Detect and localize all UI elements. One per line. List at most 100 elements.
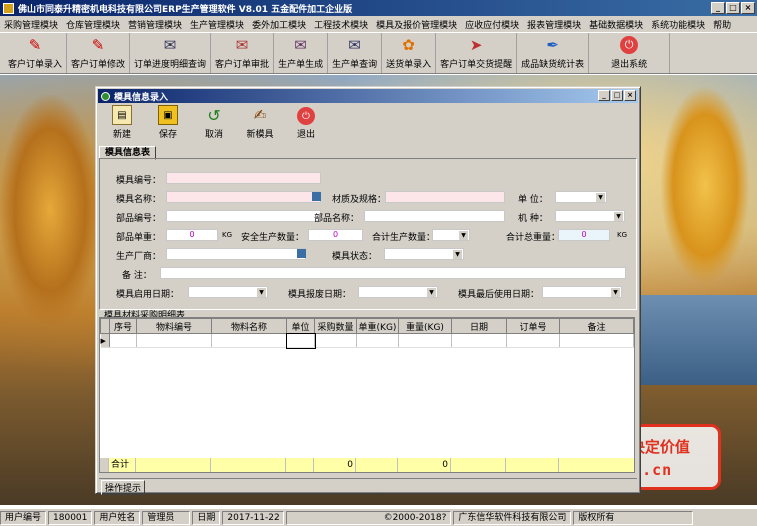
maximize-button[interactable]: □ (726, 2, 740, 14)
grid-cell[interactable] (559, 333, 634, 348)
cancel-button[interactable]: ↺ 取消 (191, 104, 237, 142)
production-order-create-button[interactable]: ✉ 生产单生成 (274, 33, 329, 73)
delivery-reminder-button[interactable]: ➤ 客户订单交货提醒 (436, 33, 518, 73)
menu-mold-quote[interactable]: 模具及报价管理模块 (372, 18, 461, 31)
start-date-picker[interactable]: ▼ (188, 286, 268, 298)
col-header-unit-weight[interactable]: 单重(KG) (356, 318, 399, 334)
menu-reports[interactable]: 报表管理模块 (523, 18, 585, 31)
total-cell (451, 458, 506, 472)
unit-select[interactable]: ▼ (555, 191, 607, 203)
total-qty-input[interactable]: ▼ (432, 229, 470, 241)
toolbar-label: 客户订单审批 (215, 60, 270, 70)
menu-sales[interactable]: 营销管理模块 (124, 18, 186, 31)
exit-button[interactable]: ⏻ 退出 (283, 104, 329, 142)
col-header-index[interactable]: 序号 (109, 318, 137, 334)
date-label: 日期 (192, 510, 221, 525)
menu-base-data[interactable]: 基础数据模块 (585, 18, 647, 31)
col-header-remark[interactable]: 备注 (559, 318, 634, 334)
part-weight-unit: KG (222, 231, 233, 239)
menu-engineering[interactable]: 工程技术模块 (310, 18, 372, 31)
company-name: 广东信华软件科技有限公司 (453, 510, 572, 525)
col-header-purchase-qty[interactable]: 采购数量 (314, 318, 357, 334)
mold-info-window: 模具信息录入 _ □ × ▤ 新建 ▣ 保存 ↺ 取消 ✍ 新模具 ⏻ 退出 模… (95, 86, 641, 495)
minimize-button[interactable]: _ (711, 2, 725, 14)
chevron-down-icon: ▼ (427, 288, 436, 297)
save-button[interactable]: ▣ 保存 (145, 104, 191, 142)
grid-cell[interactable] (285, 332, 316, 349)
grid-cell[interactable] (109, 333, 137, 348)
menu-ar-ap[interactable]: 应收应付模块 (461, 18, 523, 31)
total-weight-input[interactable]: 0 (558, 229, 610, 241)
mold-name-input[interactable] (166, 191, 321, 203)
grid-total-row: 合计 0 0 (100, 458, 634, 472)
exit-system-button[interactable]: ⏻ 退出系统 (589, 33, 671, 73)
grid-cell[interactable] (314, 333, 357, 348)
child-maximize-button[interactable]: □ (611, 90, 623, 101)
toolbar-label: 客户订单修改 (71, 60, 126, 70)
maker-input[interactable] (166, 248, 306, 260)
menu-system[interactable]: 系统功能模块 (647, 18, 709, 31)
menu-production[interactable]: 生产管理模块 (186, 18, 248, 31)
menu-outsourcing[interactable]: 委外加工模块 (248, 18, 310, 31)
main-window-title: 佛山市同泰升精密机电科技有限公司ERP生产管理软件 V8.01 五金配件加工企业… (18, 4, 353, 15)
menu-purchase[interactable]: 采购管理模块 (0, 18, 62, 31)
col-header-material-name[interactable]: 物料名称 (211, 318, 287, 334)
new-mold-button[interactable]: ✍ 新模具 (237, 104, 283, 142)
grid-cell[interactable] (136, 333, 212, 348)
tab-bar: 模具信息表 (99, 145, 157, 160)
close-button[interactable]: × (741, 2, 755, 14)
col-header-weight[interactable]: 重量(KG) (398, 318, 452, 334)
toolbar-label: 生产单生成 (278, 60, 324, 70)
grid-cell[interactable] (211, 333, 287, 348)
stockout-report-button[interactable]: ✒ 成品缺货统计表 (517, 33, 590, 73)
part-weight-input[interactable]: 0 (166, 229, 218, 241)
part-code-label: 部品编号： (116, 214, 162, 224)
user-name-value: 管理员 (142, 510, 191, 525)
customer-order-edit-button[interactable]: ✎ 客户订单修改 (67, 33, 131, 73)
background-lake (640, 295, 757, 385)
material-purchase-grid: 序号 物料编号 物料名称 单位 采购数量 单重(KG) 重量(KG) 日期 订单… (99, 317, 635, 473)
total-weight-unit: KG (617, 231, 628, 239)
document-icon: ✉ (348, 35, 361, 54)
total-cell (286, 458, 314, 472)
production-order-query-button[interactable]: ✉ 生产单查询 (328, 33, 383, 73)
part-name-input[interactable] (364, 210, 505, 222)
menu-help[interactable]: 帮助 (709, 18, 735, 31)
mold-code-input[interactable] (166, 172, 321, 184)
col-header-material-code[interactable]: 物料编号 (136, 318, 212, 334)
col-header-order-no[interactable]: 订单号 (506, 318, 560, 334)
table-row[interactable]: ▶ (100, 332, 634, 349)
mold-status-select[interactable]: ▼ (384, 248, 464, 260)
child-close-button[interactable]: × (624, 90, 636, 101)
chevron-down-icon: ▼ (611, 288, 620, 297)
col-header-unit[interactable]: 单位 (286, 318, 315, 334)
child-minimize-button[interactable]: _ (598, 90, 610, 101)
mold-name-picker-icon[interactable] (312, 192, 321, 201)
delivery-entry-button[interactable]: ✿ 送货单录入 (382, 33, 437, 73)
menu-bar: 采购管理模块 仓库管理模块 营销管理模块 生产管理模块 委外加工模块 工程技术模… (0, 16, 757, 32)
material-spec-input[interactable] (385, 191, 505, 203)
part-code-input[interactable] (166, 210, 321, 222)
grid-cell[interactable] (506, 333, 560, 348)
remark-input[interactable] (160, 267, 626, 279)
menu-warehouse[interactable]: 仓库管理模块 (62, 18, 124, 31)
part-name-label: 部品名称： (314, 214, 360, 224)
grid-cell[interactable] (398, 333, 452, 348)
customer-order-approval-button[interactable]: ✉ 客户订单审批 (211, 33, 275, 73)
safe-qty-input[interactable]: 0 (308, 229, 363, 241)
operation-tip-tab[interactable]: 操作提示 (101, 480, 146, 495)
machine-type-select[interactable]: ▼ (555, 210, 625, 222)
customer-order-entry-button[interactable]: ✎ 客户订单录入 (4, 33, 68, 73)
grid-cell[interactable] (356, 333, 399, 348)
rights-text: 版权所有 (573, 510, 694, 525)
new-button[interactable]: ▤ 新建 (99, 104, 145, 142)
safe-qty-label: 安全生产数量： (241, 233, 305, 243)
col-header-date[interactable]: 日期 (451, 318, 507, 334)
scrap-date-picker[interactable]: ▼ (358, 286, 438, 298)
maker-picker-icon[interactable] (297, 249, 306, 258)
grid-header-table: 序号 物料编号 物料名称 单位 采购数量 单重(KG) 重量(KG) 日期 订单… (100, 318, 634, 349)
chevron-down-icon: ▼ (459, 231, 468, 240)
order-progress-query-button[interactable]: ✉ 订单进度明细查询 (130, 33, 212, 73)
last-use-date-picker[interactable]: ▼ (542, 286, 622, 298)
grid-cell[interactable] (451, 333, 507, 348)
